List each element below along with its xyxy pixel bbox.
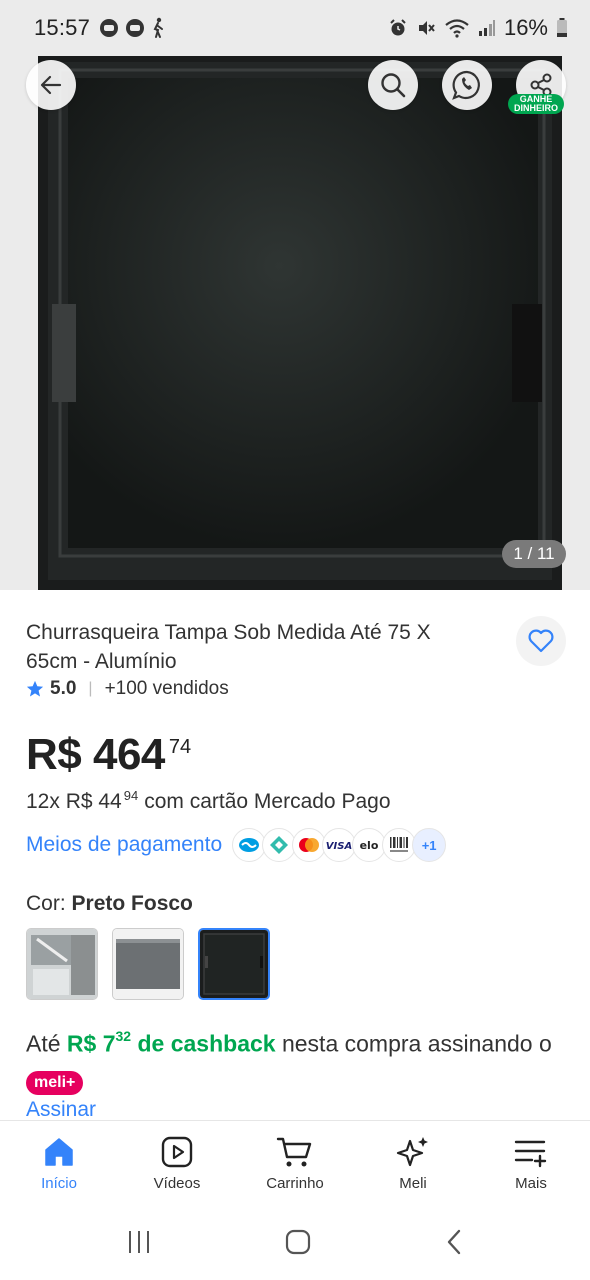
rating-row[interactable]: 5.0 | +100 vendidos	[26, 678, 229, 700]
color-option-inox[interactable]	[26, 928, 98, 1000]
home-icon	[45, 1138, 73, 1166]
color-option-preto-fosco[interactable]	[198, 928, 270, 1000]
whatsapp-icon	[452, 70, 480, 100]
meli-plus-badge: meli+	[26, 1070, 84, 1095]
product-title: Churrasqueira Tampa Sob Medida Até 75 X …	[26, 621, 431, 673]
earn-money-line2: DINHEIRO	[514, 103, 559, 113]
wifi-icon	[444, 18, 470, 38]
sparkle-icon	[396, 1137, 428, 1167]
svg-text:elo: elo	[360, 839, 379, 851]
favorite-button[interactable]	[516, 616, 566, 666]
sold-count: +100 vendidos	[104, 678, 229, 699]
nav-label: Meli	[399, 1175, 427, 1192]
pix-icon	[262, 828, 297, 862]
mute-icon	[416, 18, 436, 38]
cashback-label: de cashback	[137, 1030, 276, 1057]
nav-label: Carrinho	[266, 1175, 324, 1192]
app-notification-icon	[124, 17, 146, 39]
image-counter: 1 / 11	[502, 540, 566, 568]
heart-icon	[528, 629, 554, 653]
payment-methods-row[interactable]: Meios de pagamento VISA elo +1	[26, 828, 447, 862]
more-payment-methods[interactable]: +1	[412, 828, 447, 862]
home-button-icon[interactable]	[284, 1228, 312, 1261]
play-icon	[161, 1136, 193, 1168]
cashback-suffix: nesta compra assinando o	[281, 1030, 552, 1057]
installments: 12x R$ 44 94 com cartão Mercado Pago	[26, 788, 391, 814]
svg-text:VISA: VISA	[326, 841, 352, 851]
status-time: 15:57	[34, 15, 91, 40]
mastercard-icon	[292, 828, 327, 862]
boleto-icon	[382, 828, 417, 862]
status-left-icons	[98, 17, 166, 39]
app-notification-icon	[98, 17, 120, 39]
mercado-pago-icon	[232, 828, 267, 862]
swatch-image	[200, 930, 268, 998]
cart-icon	[276, 1137, 312, 1167]
nav-item-meli[interactable]: Meli	[354, 1121, 472, 1208]
nav-label: Vídeos	[153, 1175, 201, 1192]
nav-item-mais[interactable]: Mais	[472, 1121, 590, 1208]
color-label-prefix: Cor:	[26, 892, 66, 915]
rating-score: 5.0	[50, 678, 77, 699]
product-details: Churrasqueira Tampa Sob Medida Até 75 X …	[0, 590, 590, 1120]
color-label: Cor: Preto Fosco	[26, 892, 193, 916]
color-value: Preto Fosco	[71, 892, 193, 915]
payment-icons: VISA elo +1	[232, 828, 447, 862]
walking-icon	[150, 17, 166, 39]
status-bar: 15:57 16%	[0, 0, 590, 56]
divider: |	[88, 680, 93, 697]
cashback-cents: 32	[115, 1028, 132, 1044]
installments-suffix: com cartão Mercado Pago	[144, 790, 391, 813]
nav-item-carrinho[interactable]: Carrinho	[236, 1121, 354, 1208]
price-cents: 74	[168, 736, 192, 758]
subscribe-link[interactable]: Assinar	[26, 1098, 96, 1120]
nav-label: Início	[41, 1175, 77, 1192]
installments-prefix: 12x R$ 44	[26, 790, 122, 813]
signal-icon	[478, 19, 496, 37]
cashback-amount: R$ 7	[66, 1030, 116, 1057]
payment-methods-link[interactable]: Meios de pagamento	[26, 833, 222, 857]
color-option-gray[interactable]	[112, 928, 184, 1000]
menu-icon	[514, 1140, 547, 1168]
status-right-icons: 16%	[388, 15, 568, 41]
swatch-image	[27, 929, 97, 999]
product-gallery[interactable]: GANHE DINHEIRO 1 / 11	[0, 56, 590, 590]
battery-percent: 16%	[503, 15, 548, 40]
bottom-navigation: Início Vídeos Carrinho Meli Mais	[0, 1120, 590, 1208]
back-button[interactable]	[26, 60, 76, 110]
recent-apps-icon[interactable]	[125, 1229, 153, 1260]
price-main: R$ 464	[26, 730, 165, 779]
alarm-icon	[388, 18, 408, 38]
installments-cents: 94	[123, 788, 139, 803]
product-image[interactable]	[38, 56, 562, 590]
battery-icon	[556, 18, 568, 38]
price: R$ 464 74	[26, 730, 191, 780]
cashback-prefix: Até	[26, 1030, 61, 1057]
search-icon	[381, 73, 406, 98]
whatsapp-button[interactable]	[442, 60, 492, 110]
color-swatches	[26, 928, 270, 1000]
star-icon	[26, 680, 44, 697]
nav-label: Mais	[515, 1175, 547, 1192]
earn-money-badge[interactable]: GANHE DINHEIRO	[508, 94, 565, 114]
swatch-image	[113, 929, 183, 999]
visa-icon: VISA	[322, 828, 357, 862]
back-nav-icon[interactable]	[443, 1228, 465, 1261]
nav-item-inicio[interactable]: Início	[0, 1121, 118, 1208]
nav-item-videos[interactable]: Vídeos	[118, 1121, 236, 1208]
search-button[interactable]	[368, 60, 418, 110]
system-navigation	[0, 1208, 590, 1280]
cashback-info: Até R$ 732 de cashback nesta compra assi…	[26, 1020, 566, 1100]
elo-icon: elo	[352, 828, 387, 862]
arrow-left-icon	[40, 75, 62, 95]
